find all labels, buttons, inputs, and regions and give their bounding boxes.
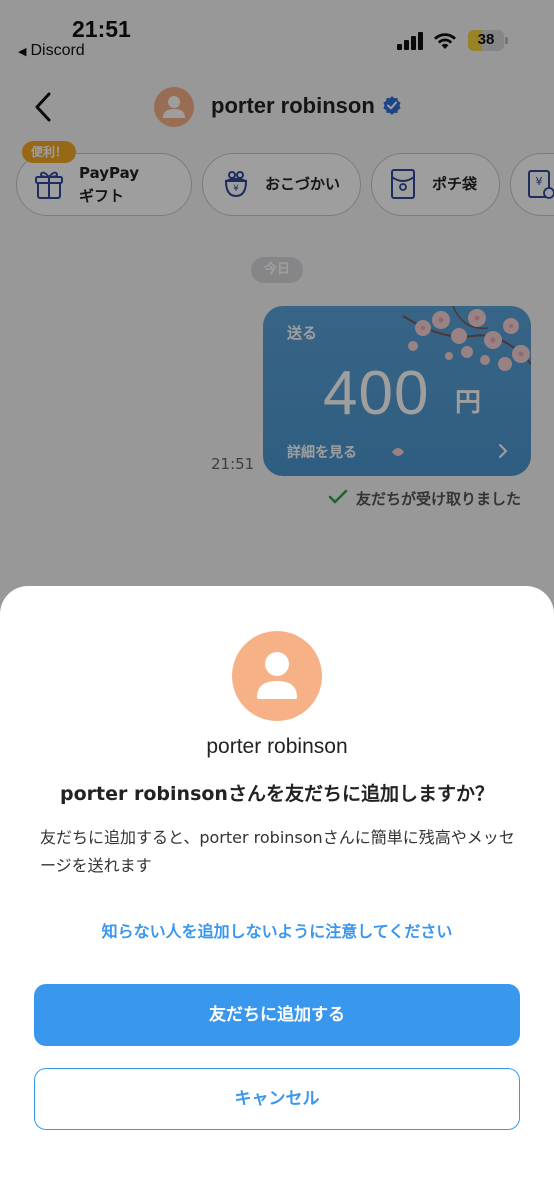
cancel-button[interactable]: キャンセル xyxy=(34,1068,520,1130)
sheet-name: porter robinson xyxy=(206,735,348,758)
add-friend-sheet: porter robinson porter robinsonさんを友だちに追加… xyxy=(0,586,554,1200)
warning-link[interactable]: 知らない人を追加しないように注意してください xyxy=(0,918,554,942)
person-icon xyxy=(257,652,297,699)
add-friend-button[interactable]: 友だちに追加する xyxy=(34,984,520,1046)
sheet-question: porter robinsonさんを友だちに追加しますか？ xyxy=(60,783,494,805)
sheet-description: 友だちに追加すると、porter robinsonさんに簡単に残高やメッセージを… xyxy=(40,828,515,875)
screen: 21:51 ◀ Discord 38 porter robinson PayPa… xyxy=(0,0,554,1200)
sheet-avatar xyxy=(232,631,322,721)
